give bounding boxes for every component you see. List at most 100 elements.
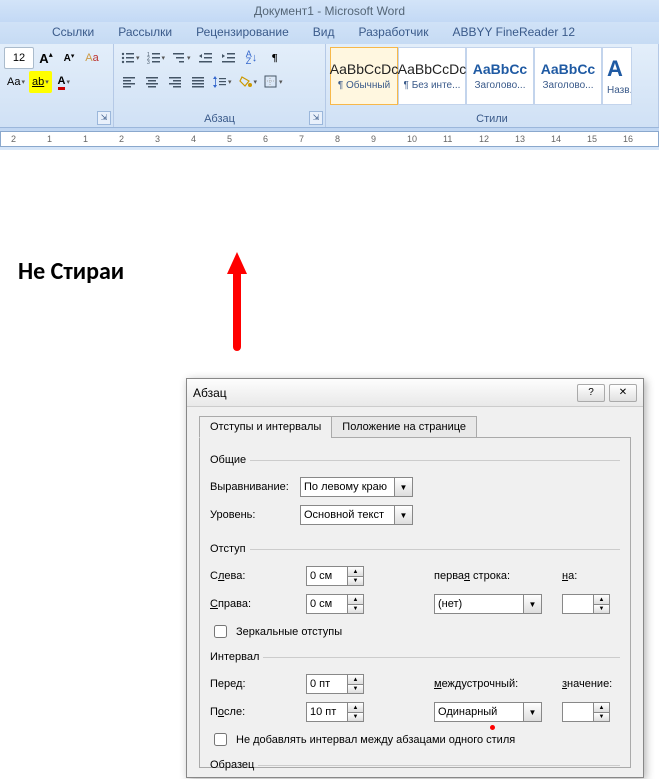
spin-up-icon[interactable]: ▲ [594,702,610,712]
font-launcher-icon[interactable]: ⇲ [97,111,111,125]
mirror-indents-checkbox[interactable] [214,625,227,638]
label-before: Перед: [210,678,246,690]
help-button[interactable]: ? [577,384,605,402]
ribbon: 12 A▴ A▾ Aa Aa▾ ab▾ A▾ ⇲ ▾ 123▾ ▾ AZ↓ [0,44,659,128]
annotation-dot-icon [490,725,495,730]
clear-format-button[interactable]: Aa [81,47,103,69]
close-button[interactable]: ✕ [609,384,637,402]
style-normal[interactable]: AaBbCcDc¶ Обычный [330,47,398,105]
ribbon-tab-references[interactable]: Ссылки [40,22,106,44]
align-right-button[interactable] [164,71,186,93]
chevron-down-icon[interactable]: ▼ [395,477,413,497]
document-text: Не Стираи [18,257,124,286]
ribbon-tab-review[interactable]: Рецензирование [184,22,301,44]
ribbon-tab-mailings[interactable]: Рассылки [106,22,184,44]
horizontal-ruler[interactable]: 211234567891011121314151617 [0,128,659,150]
window-title: Документ1 - Microsoft Word [0,0,659,22]
label-linespace: междустрочный: [434,678,518,690]
chevron-down-icon[interactable]: ▼ [524,702,542,722]
label-right: Справа: [210,598,251,610]
firstline-combo[interactable] [434,594,524,614]
group-label-paragraph: Абзац [118,112,321,127]
spacing-after-spinner[interactable] [306,702,348,722]
numbering-icon: 123 [147,51,161,65]
align-center-button[interactable] [141,71,163,93]
spin-up-icon[interactable]: ▲ [594,594,610,604]
document-area[interactable]: Не Стираи Абзац ? ✕ Отступы и интервалы … [0,150,659,630]
label-mirror: Зеркальные отступы [236,626,342,638]
align-center-icon [145,75,159,89]
spin-up-icon[interactable]: ▲ [348,674,364,684]
label-level: Уровень: [210,509,292,521]
label-after: После: [210,706,245,718]
style-title[interactable]: AНазв... [602,47,632,105]
align-left-button[interactable] [118,71,140,93]
ribbon-tabs: Ссылки Рассылки Рецензирование Вид Разра… [0,22,659,44]
font-color-button[interactable]: A▾ [53,71,75,93]
svg-text:3: 3 [147,60,150,65]
section-sample: Образец [210,759,258,771]
nosame-checkbox[interactable] [214,733,227,746]
spin-down-icon[interactable]: ▼ [348,712,364,722]
label-by: на: [562,570,577,582]
grow-font-button[interactable]: A▴ [35,47,57,69]
borders-button[interactable]: ▾ [261,71,286,93]
bullets-button[interactable]: ▾ [118,47,143,69]
style-nospacing[interactable]: AaBbCcDc¶ Без инте... [398,47,466,105]
ribbon-group-styles: AaBbCcDc¶ Обычный AaBbCcDc¶ Без инте... … [326,44,659,127]
line-spacing-button[interactable]: ▾ [210,71,235,93]
level-combo[interactable] [300,505,395,525]
increase-indent-button[interactable] [218,47,240,69]
indent-left-spinner[interactable] [306,566,348,586]
paragraph-dialog: Абзац ? ✕ Отступы и интервалы Положение … [186,378,644,778]
spin-up-icon[interactable]: ▲ [348,702,364,712]
font-size-combo[interactable]: 12 [4,47,34,69]
numbering-button[interactable]: 123▾ [144,47,169,69]
ribbon-group-paragraph: ▾ 123▾ ▾ AZ↓ ¶ ▾ ▾ ▾ Абзац ⇲ [114,44,326,127]
linespace-combo[interactable] [434,702,524,722]
ribbon-tab-partial[interactable] [10,22,40,44]
style-heading1[interactable]: AaBbCcЗаголово... [466,47,534,105]
spin-up-icon[interactable]: ▲ [348,594,364,604]
ribbon-tab-developer[interactable]: Разработчик [347,22,441,44]
shrink-font-button[interactable]: A▾ [58,47,80,69]
spacing-before-spinner[interactable] [306,674,348,694]
value-spinner[interactable] [562,702,594,722]
label-alignment: Выравнивание: [210,481,292,493]
justify-button[interactable] [187,71,209,93]
style-heading2[interactable]: AaBbCcЗаголово... [534,47,602,105]
spin-down-icon[interactable]: ▼ [348,604,364,614]
change-case-button[interactable]: Aa▾ [4,71,28,93]
label-nosame: Не добавлять интервал между абзацами одн… [236,734,515,746]
ribbon-group-font: 12 A▴ A▾ Aa Aa▾ ab▾ A▾ ⇲ [0,44,114,127]
chevron-down-icon[interactable]: ▼ [395,505,413,525]
chevron-down-icon[interactable]: ▼ [524,594,542,614]
borders-icon [264,75,278,89]
ribbon-tab-abbyy[interactable]: ABBYY FineReader 12 [440,22,587,44]
shading-button[interactable]: ▾ [236,71,261,93]
spin-down-icon[interactable]: ▼ [348,684,364,694]
align-right-icon [168,75,182,89]
alignment-combo[interactable] [300,477,395,497]
spin-up-icon[interactable]: ▲ [348,566,364,576]
by-spinner[interactable] [562,594,594,614]
decrease-indent-button[interactable] [195,47,217,69]
label-value: значение: [562,678,612,690]
multilevel-icon [172,51,186,65]
tab-indents[interactable]: Отступы и интервалы [199,416,332,438]
spin-down-icon[interactable]: ▼ [594,604,610,614]
ribbon-tab-view[interactable]: Вид [301,22,347,44]
indent-icon [222,51,236,65]
highlight-button[interactable]: ab▾ [29,71,52,93]
spin-down-icon[interactable]: ▼ [348,576,364,586]
sort-button[interactable]: AZ↓ [241,47,263,69]
label-firstline: первая строка: [434,570,510,582]
spin-down-icon[interactable]: ▼ [594,712,610,722]
section-indent: Отступ [210,543,250,555]
tab-pageposition[interactable]: Положение на странице [331,416,477,438]
multilevel-button[interactable]: ▾ [169,47,194,69]
indent-right-spinner[interactable] [306,594,348,614]
show-marks-button[interactable]: ¶ [264,47,286,69]
bullets-icon [121,51,135,65]
paragraph-launcher-icon[interactable]: ⇲ [309,111,323,125]
